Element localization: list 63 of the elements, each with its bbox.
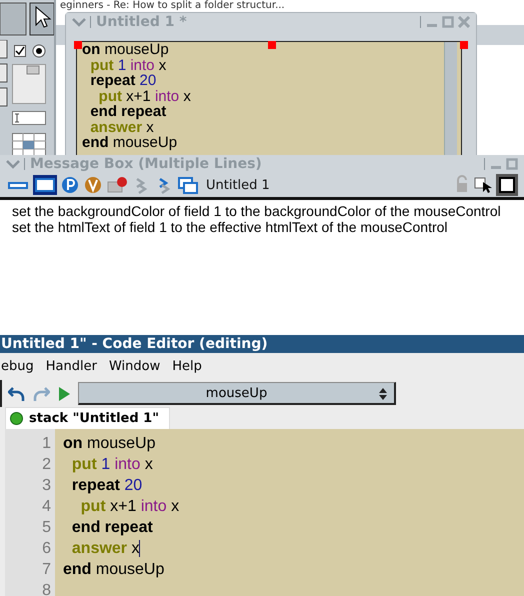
updown-arrows-icon	[378, 387, 388, 401]
message-line: set the backgroundColor of field 1 to the backgroundColor of the mouseControl	[12, 203, 502, 219]
run-icon[interactable]	[56, 384, 72, 402]
frame-icon[interactable]	[496, 174, 518, 196]
checkbox-tool-icon[interactable]	[14, 45, 26, 57]
menu-item[interactable]: Help	[171, 359, 203, 374]
v-circle-icon[interactable]	[83, 175, 103, 195]
message-line: set the htmlText of field 1 to the effective htmlText of the mouseControl	[12, 219, 449, 235]
code-line: end mouseUp	[82, 135, 178, 150]
collapse-icon[interactable]	[72, 17, 86, 27]
line-number: 7	[41, 560, 51, 580]
code-line: end repeat	[70, 518, 154, 538]
selection-handle[interactable]	[268, 41, 276, 49]
code-line: on mouseUp	[82, 42, 169, 58]
tab-title[interactable]: eginners - Re: How to split a folder structur...	[60, 0, 285, 11]
redo-icon[interactable]	[32, 384, 50, 402]
pointer-icon[interactable]	[0, 2, 54, 38]
line-number: 4	[41, 497, 51, 517]
code-line: put x+1 into x	[98, 88, 191, 104]
window-title: Untitled 1" - Code Editor (editing)	[0, 335, 524, 353]
windows-icon[interactable]	[177, 175, 199, 195]
code-line: repeat 20	[70, 476, 144, 496]
line-number: 3	[41, 476, 51, 496]
image-tool-icon[interactable]	[12, 64, 46, 104]
code-line: put x+1 into x	[80, 497, 180, 517]
line-number: 1	[41, 434, 51, 454]
menu-item[interactable]: Handler	[44, 359, 98, 374]
message-text[interactable]: set the backgroundColor of field 1 to the backgroundColor of the mouseControl set the htmlText of field 1 to the effective htmlText of the mouseControl	[0, 200, 524, 238]
script-tab[interactable]: stack "Untitled 1"	[5, 407, 170, 429]
code-line: repeat 20	[89, 73, 156, 88]
code-line: end repeat	[89, 104, 166, 120]
line-number: 6	[41, 539, 51, 559]
selection-handle[interactable]	[74, 41, 82, 49]
undo-icon[interactable]	[8, 384, 26, 402]
close-icon[interactable]	[458, 16, 470, 28]
code-line: put 1 into x	[89, 58, 166, 73]
selection-handle[interactable]	[460, 41, 468, 49]
status-dot-icon	[10, 412, 23, 425]
line-number: 8	[41, 581, 51, 596]
code-line: put 1 into x	[70, 455, 154, 475]
scrollbar[interactable]	[444, 42, 457, 155]
code-area[interactable]: on mouseUp put 1 into x repeat 20 put x+1 into x end repeat answer x end mouseUp	[55, 429, 524, 596]
p-circle-icon[interactable]	[60, 175, 80, 195]
stack-name[interactable]: Untitled 1	[202, 178, 451, 192]
window-title: Untitled 1 *	[96, 14, 188, 30]
table-tool-icon[interactable]	[12, 133, 46, 155]
maximize-icon[interactable]	[506, 158, 518, 170]
menu-item[interactable]: Window	[108, 359, 162, 374]
maximize-icon[interactable]	[442, 16, 454, 28]
line-number: 2	[41, 455, 51, 475]
window-title: Message Box (Multiple Lines)	[30, 156, 263, 172]
code-line: on mouseUp	[63, 434, 156, 454]
multi-line-icon[interactable]	[33, 175, 57, 195]
menu-item[interactable]: ebug	[0, 359, 35, 374]
collapse-icon[interactable]	[6, 159, 20, 169]
code-line: answer x	[70, 539, 142, 559]
field-tool-icon[interactable]	[12, 111, 46, 125]
handler-dropdown[interactable]: mouseUp	[78, 382, 396, 405]
radio-tool-icon[interactable]	[32, 44, 46, 58]
mail-badge-icon[interactable]	[106, 175, 128, 195]
code-line: end mouseUp	[63, 560, 166, 580]
code-line: answer x	[89, 120, 154, 135]
line-number: 5	[41, 518, 51, 538]
